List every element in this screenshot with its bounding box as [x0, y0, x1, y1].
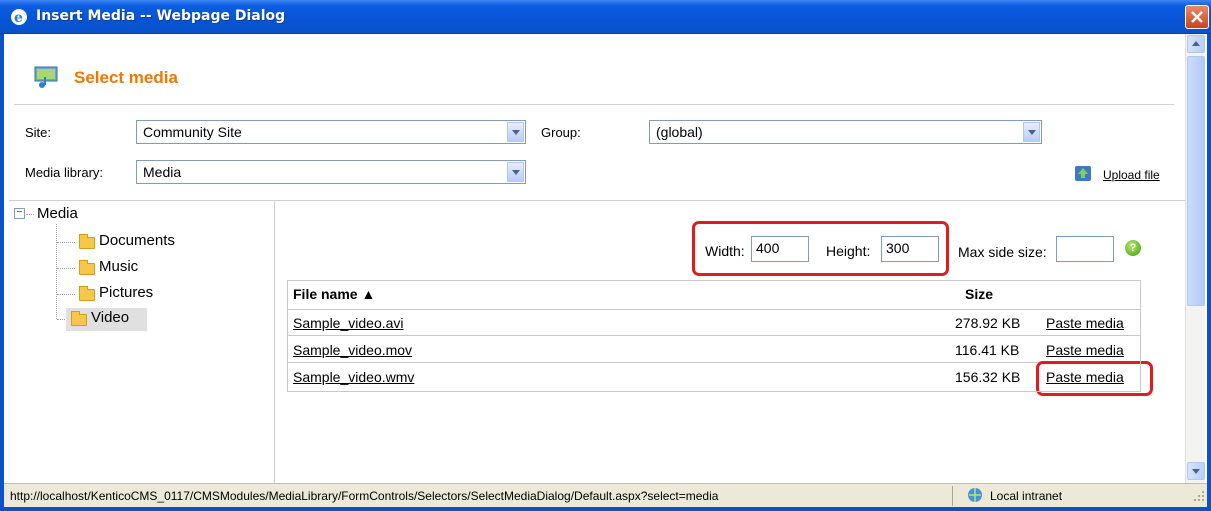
- max-side-size-input[interactable]: [1056, 236, 1114, 262]
- tree-root-media[interactable]: Media: [37, 205, 78, 222]
- grid-row-divider: [287, 362, 1141, 363]
- group-select-value: (global): [656, 124, 703, 140]
- header-divider: [14, 104, 1174, 105]
- file-link-wmv[interactable]: Sample_video.wmv: [293, 369, 414, 385]
- status-url: http://localhost/KenticoCMS_0117/CMSModu…: [10, 489, 719, 503]
- dimensions-highlight: [692, 221, 949, 276]
- chevron-down-icon: [1023, 122, 1040, 142]
- window-frame-bottom: [0, 507, 1211, 511]
- tree-connector: [26, 214, 34, 215]
- tree-item-pictures[interactable]: Pictures: [99, 284, 153, 301]
- status-zone: Local intranet: [990, 489, 1063, 503]
- page-title: Select media: [74, 68, 178, 87]
- grid-border: [287, 280, 288, 392]
- grid-border: [1140, 280, 1141, 392]
- scroll-up-button[interactable]: [1187, 35, 1205, 53]
- file-size: 116.41 KB: [955, 342, 1020, 358]
- media-library-select-value: Media: [143, 164, 182, 180]
- help-icon[interactable]: ?: [1125, 240, 1141, 256]
- tree-connector: [56, 224, 57, 319]
- close-icon: [1191, 11, 1203, 23]
- paste-media-link[interactable]: Paste media: [1046, 342, 1124, 358]
- site-label: Site:: [25, 125, 52, 140]
- tree-connector: [57, 294, 75, 295]
- max-side-size-label: Max side size:: [958, 244, 1047, 260]
- chevron-down-icon: [507, 162, 524, 182]
- close-button[interactable]: [1185, 5, 1209, 29]
- intranet-zone-icon: [968, 488, 982, 502]
- title-bar: e Insert Media -- Webpage Dialog: [0, 0, 1211, 34]
- group-label: Group:: [541, 125, 581, 140]
- media-library-select[interactable]: Media: [136, 160, 526, 184]
- column-header-file-name[interactable]: File name ▲: [293, 286, 375, 302]
- group-select[interactable]: (global): [649, 120, 1042, 144]
- upload-file-link[interactable]: Upload file: [1103, 168, 1160, 182]
- scroll-down-button[interactable]: [1187, 462, 1205, 480]
- grid-row-divider: [287, 335, 1141, 336]
- svg-text:e: e: [14, 10, 23, 26]
- tree-item-video[interactable]: Video: [91, 309, 129, 326]
- folder-icon: [79, 234, 95, 249]
- folder-icon: [79, 260, 95, 275]
- file-link-mov[interactable]: Sample_video.mov: [293, 342, 412, 358]
- file-size: 278.92 KB: [955, 315, 1021, 331]
- folder-icon: [79, 286, 95, 301]
- collapse-icon[interactable]: −: [14, 208, 25, 219]
- column-header-size: Size: [965, 286, 994, 302]
- grid-row-divider: [287, 309, 1141, 310]
- resize-grip-icon[interactable]: [1193, 490, 1205, 502]
- site-select-value: Community Site: [143, 124, 242, 140]
- paste-media-link[interactable]: Paste media: [1046, 315, 1124, 331]
- media-library-label: Media library:: [25, 165, 104, 180]
- folder-icon: [71, 311, 87, 326]
- grid-bottom-border: [287, 391, 1141, 392]
- scroll-thumb[interactable]: [1187, 56, 1205, 306]
- tree-item-documents[interactable]: Documents: [99, 232, 175, 249]
- ie-icon: e: [11, 9, 27, 26]
- status-separator: [952, 486, 953, 506]
- upload-icon[interactable]: [1073, 163, 1093, 183]
- tree-connector: [57, 268, 75, 269]
- grid-top-border: [287, 280, 1141, 281]
- status-bar: http://localhost/KenticoCMS_0117/CMSModu…: [4, 483, 1207, 507]
- vertical-scrollbar[interactable]: [1185, 34, 1205, 483]
- window-title: Insert Media -- Webpage Dialog: [36, 8, 286, 24]
- chevron-down-icon: [507, 122, 524, 142]
- site-select[interactable]: Community Site: [136, 120, 526, 144]
- tree-connector: [57, 242, 75, 243]
- tree-item-music[interactable]: Music: [99, 258, 138, 275]
- file-size: 156.32 KB: [955, 369, 1021, 385]
- file-link-avi[interactable]: Sample_video.avi: [293, 315, 404, 331]
- media-icon: [34, 66, 58, 88]
